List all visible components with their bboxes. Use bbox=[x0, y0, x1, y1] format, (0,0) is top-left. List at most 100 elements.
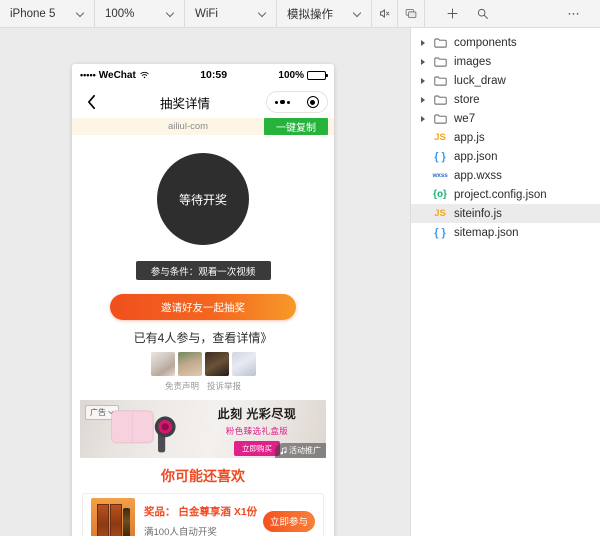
file-tree: components images luck_draw store we7 JS… bbox=[411, 28, 600, 242]
invite-friends-button[interactable]: 邀请好友一起抽奖 bbox=[110, 294, 296, 320]
screen-toggle-button[interactable] bbox=[398, 0, 424, 27]
tree-item-label: app.json bbox=[454, 150, 498, 163]
chevron-right-icon[interactable] bbox=[417, 59, 429, 65]
ad-label-text: 广告 bbox=[90, 408, 106, 417]
speaker-mute-icon bbox=[379, 9, 390, 18]
report-link[interactable]: 投诉举报 bbox=[207, 380, 241, 392]
simulate-action-select[interactable]: 模拟操作 bbox=[277, 0, 372, 27]
invite-friends-label: 邀请好友一起抽奖 bbox=[161, 301, 245, 314]
advertisement-banner[interactable]: 广告 此刻 光彩尽现 粉色臻选礼盒版 立即购买 活动推广 bbox=[80, 400, 326, 458]
chevron-down-icon bbox=[77, 9, 86, 18]
device-select-label: iPhone 5 bbox=[10, 7, 56, 20]
network-select-label: WiFi bbox=[195, 7, 218, 20]
file-panel-more-button[interactable] bbox=[558, 7, 588, 20]
legal-links: 免责声明 投诉举报 bbox=[72, 380, 334, 392]
folder-icon bbox=[429, 94, 451, 105]
plus-icon bbox=[447, 8, 457, 19]
chevron-down-icon bbox=[259, 9, 268, 18]
copy-link-bar: ailiul-com 一键复制 bbox=[72, 118, 334, 135]
tree-item-app-js[interactable]: JS app.js bbox=[411, 128, 600, 147]
tree-item-we7[interactable]: we7 bbox=[411, 109, 600, 128]
participation-condition-bar: 参与条件：观看一次视频 bbox=[135, 261, 271, 280]
chevron-right-icon[interactable] bbox=[417, 78, 429, 84]
screen-icon bbox=[405, 8, 417, 19]
tree-item-label: app.wxss bbox=[454, 169, 502, 182]
lottery-status-text: 等待开奖 bbox=[178, 192, 227, 207]
tree-item-label: images bbox=[454, 55, 492, 68]
status-right: 100% bbox=[278, 70, 328, 81]
main-body: ••••• WeChat 10:59 100% 抽奖详情 ailiul-com … bbox=[0, 28, 600, 536]
add-file-button[interactable] bbox=[437, 7, 467, 20]
participants-text: 已有4人参与，查看详情》 bbox=[133, 331, 273, 345]
copy-link-button[interactable]: 一键复制 bbox=[264, 118, 328, 135]
phone-frame: ••••• WeChat 10:59 100% 抽奖详情 ailiul-com … bbox=[72, 64, 334, 536]
participant-avatars bbox=[72, 352, 334, 376]
participants-link[interactable]: 已有4人参与，查看详情》 bbox=[72, 329, 334, 346]
avatar[interactable] bbox=[150, 352, 175, 376]
tree-item-label: project.config.json bbox=[454, 188, 547, 201]
tree-item-label: sitemap.json bbox=[454, 226, 519, 239]
mute-button[interactable] bbox=[372, 0, 398, 27]
participation-condition-text: 参与条件：观看一次视频 bbox=[150, 266, 256, 278]
recommend-title: 你可能还喜欢 bbox=[161, 468, 245, 484]
prize-card[interactable]: 奖品： 白金尊享酒 X1份 满100人自动开奖 立即参与 bbox=[82, 493, 324, 536]
more-horizontal-icon bbox=[568, 13, 578, 15]
tree-item-app-json[interactable]: { } app.json bbox=[411, 147, 600, 166]
ad-headline: 此刻 光彩尽现 bbox=[217, 407, 297, 421]
js-file-icon: JS bbox=[434, 132, 446, 143]
avatar[interactable] bbox=[177, 352, 202, 376]
ad-promo-text: 活动推广 bbox=[289, 446, 321, 455]
disclaimer-link[interactable]: 免责声明 bbox=[165, 380, 199, 392]
join-now-button[interactable]: 立即参与 bbox=[263, 510, 315, 532]
simulate-action-label: 模拟操作 bbox=[287, 8, 333, 21]
mini-program-page: ailiul-com 一键复制 等待开奖 参与条件：观看一次视频 邀请好友一起抽… bbox=[72, 118, 334, 536]
tree-item-sitemap-json[interactable]: { } sitemap.json bbox=[411, 223, 600, 242]
page-title: 抽奖详情 bbox=[159, 96, 210, 111]
tree-item-components[interactable]: components bbox=[411, 33, 600, 52]
js-file-icon: JS bbox=[434, 208, 446, 219]
status-left: ••••• WeChat bbox=[80, 70, 149, 81]
tree-item-store[interactable]: store bbox=[411, 90, 600, 109]
back-button[interactable] bbox=[78, 94, 104, 110]
avatar[interactable] bbox=[204, 352, 229, 376]
chevron-right-icon[interactable] bbox=[417, 116, 429, 122]
wechat-capsule[interactable] bbox=[266, 91, 328, 113]
tree-item-label: app.js bbox=[454, 131, 485, 144]
tree-item-images[interactable]: images bbox=[411, 52, 600, 71]
tree-item-siteinfo-js[interactable]: JS siteinfo.js bbox=[411, 204, 600, 223]
capsule-target-icon[interactable] bbox=[306, 96, 319, 108]
zoom-select-label: 100% bbox=[105, 7, 135, 20]
network-select[interactable]: WiFi bbox=[185, 0, 277, 27]
ad-promo-tag[interactable]: 活动推广 bbox=[275, 443, 326, 458]
tree-item-luck-draw[interactable]: luck_draw bbox=[411, 71, 600, 90]
folder-icon bbox=[429, 37, 451, 48]
app-root: iPhone 5 100% WiFi 模拟操作 ••••• WeChat 10:… bbox=[0, 0, 600, 536]
device-select[interactable]: iPhone 5 bbox=[0, 0, 95, 27]
config-file-icon: {o} bbox=[433, 189, 447, 200]
tree-item-app-wxss[interactable]: wxss app.wxss bbox=[411, 166, 600, 185]
search-files-button[interactable] bbox=[467, 7, 497, 20]
file-explorer-panel: components images luck_draw store we7 JS… bbox=[411, 28, 600, 536]
chevron-down-icon bbox=[354, 9, 363, 18]
lottery-status-circle[interactable]: 等待开奖 bbox=[157, 153, 249, 245]
copy-link-url: ailiul-com bbox=[167, 121, 209, 132]
capsule-more-icon[interactable] bbox=[275, 99, 290, 105]
simulator-toolbar: iPhone 5 100% WiFi 模拟操作 bbox=[0, 0, 600, 28]
phone-status-bar: ••••• WeChat 10:59 100% bbox=[72, 64, 334, 86]
prize-condition: 满100人自动开奖 bbox=[144, 527, 217, 536]
ad-subline: 粉色臻选礼盒版 bbox=[225, 426, 289, 436]
battery-full-icon bbox=[307, 70, 328, 80]
tree-item-project-config-json[interactable]: {o} project.config.json bbox=[411, 185, 600, 204]
tree-item-label: luck_draw bbox=[454, 74, 506, 87]
chevron-right-icon[interactable] bbox=[417, 97, 429, 103]
zoom-select[interactable]: 100% bbox=[95, 0, 185, 27]
music-note-icon bbox=[280, 446, 287, 454]
liquor-gift-box-image bbox=[91, 498, 135, 536]
ad-buy-button[interactable]: 立即购买 bbox=[234, 441, 280, 456]
avatar[interactable] bbox=[231, 352, 256, 376]
prize-name: 奖品： 白金尊享酒 X1份 bbox=[144, 506, 258, 518]
wxss-file-icon: wxss bbox=[432, 172, 448, 179]
chevron-right-icon[interactable] bbox=[417, 40, 429, 46]
folder-icon bbox=[429, 113, 451, 124]
chevron-down-icon bbox=[167, 9, 176, 18]
